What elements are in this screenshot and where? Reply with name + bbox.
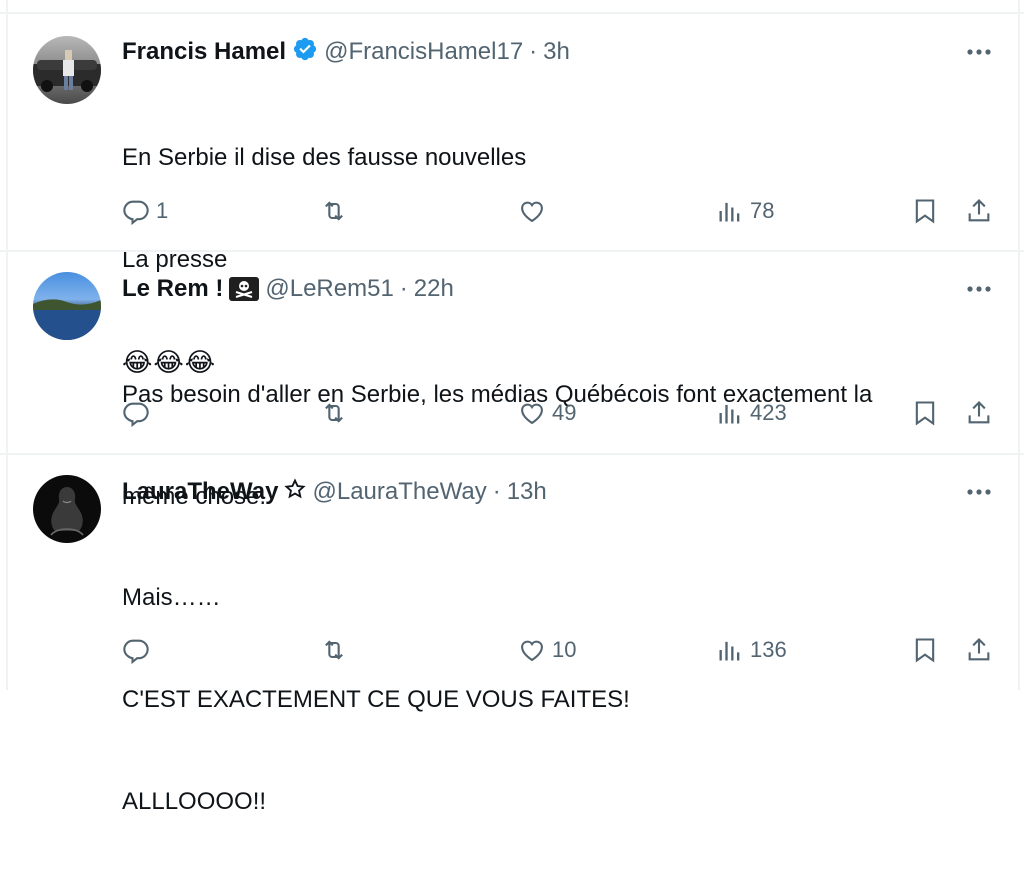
retweet-icon xyxy=(325,403,343,423)
heart-icon xyxy=(521,403,543,425)
display-name[interactable]: Le Rem ! xyxy=(122,275,223,303)
action-bar: 10 136 xyxy=(0,636,1024,670)
avatar-lake-icon xyxy=(33,299,101,340)
avatar[interactable] xyxy=(33,272,101,340)
views-count: 423 xyxy=(750,400,787,425)
retweet-button[interactable] xyxy=(320,197,354,225)
share-button[interactable] xyxy=(965,197,993,225)
views-icon xyxy=(719,404,740,424)
views-button[interactable]: 136 xyxy=(716,636,787,664)
reply-thread: Francis Hamel @FrancisHamel17 · 3h En Se… xyxy=(0,0,1024,815)
tweet-text: Mais…… C'EST EXACTEMENT CE QUE VOUS FAIT… xyxy=(122,513,630,887)
reply-icon xyxy=(123,200,149,225)
action-bar: 1 78 xyxy=(0,197,1024,231)
timestamp[interactable]: 13h xyxy=(507,478,547,506)
bookmark-button[interactable] xyxy=(911,636,939,664)
reply-icon xyxy=(123,639,149,664)
tweet-line: Mais…… xyxy=(122,584,221,611)
bookmark-button[interactable] xyxy=(911,399,939,427)
like-count: 49 xyxy=(552,400,577,425)
tweet-line: C'EST EXACTEMENT CE QUE VOUS FAITES! xyxy=(122,686,630,713)
tweet-laura-the-way[interactable]: LauraTheWay @LauraTheWay · 13h Mais…… C'… xyxy=(0,455,1024,815)
avatar-figure-icon xyxy=(50,487,84,536)
heart-icon xyxy=(521,201,543,223)
separator-dot: · xyxy=(399,275,408,302)
views-icon xyxy=(719,202,740,222)
bookmark-icon xyxy=(915,638,935,663)
more-options-icon[interactable] xyxy=(964,477,994,507)
reply-button[interactable]: 1 xyxy=(122,197,168,225)
reply-icon xyxy=(123,402,149,427)
tweet-header: Le Rem ! @LeRem51 · 22h xyxy=(122,274,454,304)
user-handle[interactable]: @FrancisHamel17 xyxy=(324,38,523,66)
reply-count: 1 xyxy=(156,198,169,223)
tweet-line: ALLLOOOO!! xyxy=(122,788,267,815)
avatar[interactable] xyxy=(33,475,101,543)
user-handle[interactable]: @LeRem51 xyxy=(265,275,393,303)
tweet-le-rem[interactable]: Le Rem ! @LeRem51 · 22h Pas besoin d'all… xyxy=(0,252,1024,510)
retweet-button[interactable] xyxy=(320,399,354,427)
more-options-icon[interactable] xyxy=(964,37,994,67)
retweet-button[interactable] xyxy=(320,636,354,664)
views-icon xyxy=(719,641,740,661)
reply-button[interactable] xyxy=(122,399,156,427)
bookmark-button[interactable] xyxy=(911,197,939,225)
timestamp[interactable]: 3h xyxy=(543,38,570,66)
separator-dot: · xyxy=(529,38,538,65)
tweet-header: Francis Hamel @FrancisHamel17 · 3h xyxy=(122,37,570,67)
display-name[interactable]: Francis Hamel xyxy=(122,38,286,66)
views-button[interactable]: 78 xyxy=(716,197,774,225)
like-button[interactable]: 49 xyxy=(518,399,576,427)
verified-icon xyxy=(292,36,318,69)
display-name[interactable]: LauraTheWay xyxy=(122,478,278,506)
like-count: 10 xyxy=(552,637,577,662)
avatar-photo-icon xyxy=(33,50,101,92)
heart-icon xyxy=(521,640,543,662)
share-icon xyxy=(968,638,990,661)
skull-crossbones-icon xyxy=(229,277,260,301)
avatar[interactable] xyxy=(33,36,101,104)
reply-button[interactable] xyxy=(122,636,156,664)
action-bar: 49 423 xyxy=(0,399,1024,433)
bookmark-icon xyxy=(915,199,935,224)
like-button[interactable] xyxy=(518,197,552,225)
tweet-line: En Serbie il dise des fausse nouvelles xyxy=(122,144,527,171)
share-icon xyxy=(968,199,990,222)
share-icon xyxy=(968,401,990,424)
retweet-icon xyxy=(325,201,343,221)
retweet-icon xyxy=(325,640,343,660)
share-button[interactable] xyxy=(965,636,993,664)
timestamp[interactable]: 22h xyxy=(414,275,454,303)
share-button[interactable] xyxy=(965,399,993,427)
views-button[interactable]: 423 xyxy=(716,399,787,427)
like-button[interactable]: 10 xyxy=(518,636,576,664)
separator-dot: · xyxy=(492,478,501,505)
star-icon xyxy=(284,477,307,507)
views-count: 78 xyxy=(750,198,775,223)
user-handle[interactable]: @LauraTheWay xyxy=(312,478,486,506)
bookmark-icon xyxy=(915,401,935,426)
tweet-francis-hamel[interactable]: Francis Hamel @FrancisHamel17 · 3h En Se… xyxy=(0,14,1024,377)
views-count: 136 xyxy=(750,637,787,662)
more-options-icon[interactable] xyxy=(964,274,994,304)
tweet-header: LauraTheWay @LauraTheWay · 13h xyxy=(122,477,547,507)
